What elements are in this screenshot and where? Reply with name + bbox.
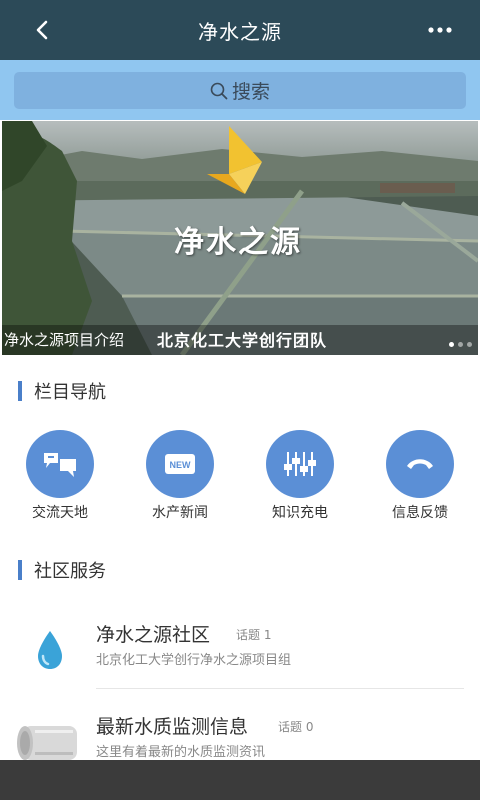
list-divider — [96, 688, 464, 689]
chat-bubbles-icon — [26, 430, 94, 498]
carousel-dot[interactable] — [449, 342, 454, 347]
service-section-title: 社区服务 — [34, 561, 106, 582]
carousel-dot[interactable] — [458, 342, 463, 347]
service-item-name: 最新水质监测信息 — [96, 716, 249, 738]
chevron-left-icon — [36, 20, 48, 40]
service-item-name: 净水之源社区 — [96, 624, 211, 646]
nav-grid: 交流天地 NEW 水产新闻 知识充电 信息反馈 — [0, 430, 480, 530]
top-app-bar: 净水之源 — [0, 0, 480, 60]
nav-item-label: 信息反馈 — [392, 505, 448, 521]
nav-item-label: 交流天地 — [32, 505, 88, 521]
search-label: 搜索 — [231, 81, 270, 103]
water-drop-icon — [20, 620, 80, 680]
search-icon — [210, 82, 228, 100]
banner-carousel[interactable]: 净水之源 净水之源项目介绍 北京化工大学创行团队 — [2, 121, 478, 355]
nav-item-feedback[interactable]: 信息反馈 — [360, 430, 480, 530]
nav-item-label: 水产新闻 — [152, 505, 208, 521]
more-options-button[interactable] — [424, 16, 456, 44]
page-title: 净水之源 — [198, 19, 282, 44]
nav-item-label: 知识充电 — [272, 505, 328, 521]
back-button[interactable] — [28, 16, 56, 44]
section-accent-bar — [18, 560, 22, 580]
carousel-dot[interactable] — [467, 342, 472, 347]
banner-caption-left: 净水之源项目介绍 — [4, 331, 125, 349]
news-icon: NEW — [146, 430, 214, 498]
nav-item-knowledge[interactable]: 知识充电 — [240, 430, 360, 530]
bottom-system-bar — [0, 760, 480, 800]
carousel-indicator — [449, 342, 472, 347]
nav-item-community[interactable]: 交流天地 — [0, 430, 120, 530]
search-input[interactable]: 搜索 — [14, 72, 466, 109]
service-item-desc: 这里有着最新的水质监测资讯 — [96, 745, 266, 760]
nav-item-news[interactable]: NEW 水产新闻 — [120, 430, 240, 530]
section-accent-bar — [18, 381, 22, 401]
nav-section-title: 栏目导航 — [34, 382, 106, 403]
service-item-topic-count: 话题 0 — [278, 720, 314, 734]
banner-title: 净水之源 — [174, 225, 302, 260]
nav-section-header: 栏目导航 — [18, 379, 106, 403]
service-item-topic-count: 话题 1 — [236, 628, 272, 642]
banner-logo-icon — [207, 126, 262, 194]
banner-caption-right: 北京化工大学创行团队 — [157, 331, 328, 350]
service-item-desc: 北京化工大学创行净水之源项目组 — [96, 653, 292, 668]
svg-text:NEW: NEW — [170, 460, 192, 470]
more-dots-icon — [428, 27, 452, 33]
sliders-icon — [266, 430, 334, 498]
search-area: 搜索 — [0, 60, 480, 120]
phone-icon — [386, 430, 454, 498]
service-section-header: 社区服务 — [18, 558, 106, 582]
